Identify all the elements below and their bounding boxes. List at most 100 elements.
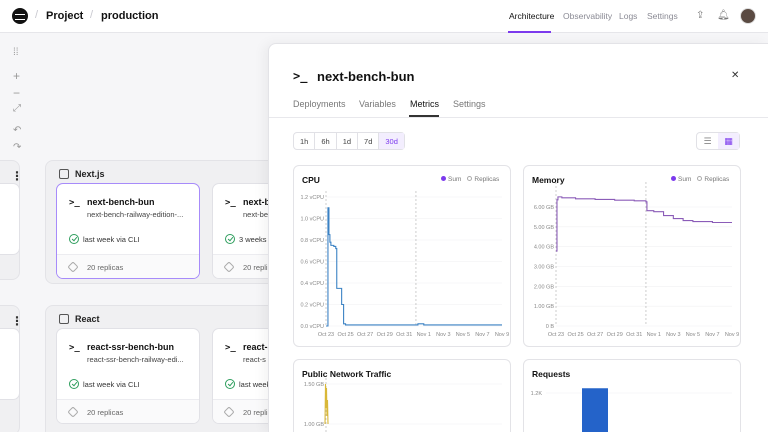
- tab-metrics[interactable]: Metrics: [410, 99, 439, 109]
- grid-layout-icon[interactable]: ▦: [718, 133, 739, 149]
- avatar[interactable]: [740, 8, 756, 24]
- divider: [269, 117, 768, 118]
- tab-logs[interactable]: Logs: [619, 11, 637, 21]
- more-options-icon[interactable]: ⋮: [11, 169, 23, 183]
- group-icon: [59, 314, 69, 324]
- replicas-icon: [223, 406, 235, 418]
- check-circle-icon: [225, 234, 235, 244]
- x-tick-label: Nov 9: [495, 332, 509, 338]
- y-tick-label: 3.00 GB: [534, 265, 555, 271]
- x-tick-label: Oct 27: [587, 332, 603, 338]
- check-circle-icon: [69, 379, 79, 389]
- memory-chart-card: Memory Sum Replicas 0 B 1.00 GB 2.00 GB 3.0…: [523, 165, 741, 347]
- memory-chart[interactable]: 0 B 1.00 GB 2.00 GB 3.00 GB 4.00 GB 5.00 GB 6.…: [524, 166, 741, 347]
- y-tick-label: 1.0 vCPU: [300, 217, 324, 223]
- y-tick-label: 6.00 GB: [534, 205, 555, 211]
- chevron-down-icon[interactable]: ⌄: [76, 10, 83, 19]
- more-options-icon[interactable]: ⋮: [11, 314, 23, 328]
- close-icon[interactable]: ✕: [731, 70, 739, 81]
- replica-count: 20 replicas: [87, 408, 124, 417]
- railway-logo-icon[interactable]: [12, 8, 28, 24]
- requests-chart[interactable]: 1.2K: [524, 360, 741, 432]
- upload-icon[interactable]: ⇪: [696, 10, 704, 21]
- x-tick-label: Nov 5: [686, 332, 700, 338]
- requests-chart-card: Requests 1.2K: [523, 359, 741, 432]
- x-tick-label: Oct 27: [357, 332, 373, 338]
- network-chart-card: Public Network Traffic 1.00 GB 1.50 GB: [293, 359, 511, 432]
- x-tick-label: Oct 29: [377, 332, 393, 338]
- check-circle-icon: [225, 379, 235, 389]
- deploy-status: last week: [239, 380, 271, 389]
- terminal-icon: >_: [69, 343, 80, 353]
- terminal-icon: >_: [69, 198, 80, 208]
- x-tick-label: Nov 7: [705, 332, 719, 338]
- layout-toggle: ☰ ▦: [696, 132, 740, 150]
- plus-icon[interactable]: +: [13, 69, 20, 83]
- replicas-icon: [67, 261, 79, 273]
- y-tick-label: 1.2 vCPU: [300, 195, 324, 201]
- x-tick-label: Nov 3: [666, 332, 680, 338]
- cpu-chart[interactable]: 0.0 vCPU 0.2 vCPU 0.4 vCPU 0.6 vCPU 0.8 vCPU…: [294, 166, 511, 347]
- deploy-status: 3 weeks: [239, 235, 267, 244]
- tab-architecture[interactable]: Architecture: [509, 11, 554, 21]
- x-tick-label: Nov 1: [647, 332, 661, 338]
- x-tick-label: Oct 29: [607, 332, 623, 338]
- series-line: [324, 383, 329, 425]
- service-name: next-bench-bun: [87, 197, 155, 207]
- x-tick-label: Oct 25: [337, 332, 353, 338]
- y-tick-label: 0.2 vCPU: [300, 303, 324, 309]
- service-subtitle: react-ssr-bench-railway-edi...: [87, 355, 184, 364]
- terminal-icon: >_: [225, 343, 236, 353]
- replicas-icon: [223, 261, 235, 273]
- y-tick-label: 0.8 vCPU: [300, 238, 324, 244]
- y-tick-label: 1.00 GB: [304, 422, 325, 428]
- time-range-selector: 1h 6h 1d 7d 30d: [293, 132, 405, 150]
- fit-screen-icon[interactable]: ⤢: [13, 103, 21, 114]
- y-tick-label: 0.6 vCPU: [300, 260, 324, 266]
- chevron-down-icon[interactable]: ⌄: [148, 10, 155, 19]
- tab-observability[interactable]: Observability: [563, 11, 612, 21]
- x-tick-label: Oct 23: [548, 332, 564, 338]
- range-1h-button[interactable]: 1h: [294, 133, 316, 149]
- range-1d-button[interactable]: 1d: [337, 133, 359, 149]
- range-7d-button[interactable]: 7d: [358, 133, 380, 149]
- service-card-partial[interactable]: [0, 183, 20, 255]
- replica-count: 20 repli: [243, 263, 268, 272]
- service-card-partial[interactable]: [0, 328, 20, 400]
- range-6h-button[interactable]: 6h: [315, 133, 337, 149]
- group-icon: [59, 169, 69, 179]
- tab-deployments[interactable]: Deployments: [293, 99, 346, 109]
- minus-icon[interactable]: −: [13, 86, 20, 100]
- x-tick-label: Oct 23: [318, 332, 334, 338]
- y-tick-label: 0.4 vCPU: [300, 281, 324, 287]
- deploy-status: last week via CLI: [83, 380, 140, 389]
- list-layout-icon[interactable]: ☰: [697, 133, 718, 149]
- service-subtitle: next-be: [243, 210, 269, 219]
- service-subtitle: next-bench-railway-edition-...: [87, 210, 184, 219]
- service-subtitle: react-s: [243, 355, 266, 364]
- service-card-next-bench-bun[interactable]: >_ next-bench-bun next-bench-railway-edi…: [56, 183, 200, 279]
- y-tick-label: 1.2K: [531, 391, 543, 397]
- tab-settings[interactable]: Settings: [453, 99, 486, 109]
- breadcrumb-separator: /: [35, 9, 39, 21]
- group-title: Next.js: [75, 169, 105, 179]
- undo-icon[interactable]: ↶: [13, 125, 21, 136]
- bell-icon[interactable]: 🔔︎: [717, 10, 730, 21]
- y-tick-label: 0.0 vCPU: [300, 324, 324, 330]
- y-tick-label: 5.00 GB: [534, 225, 555, 231]
- active-tab-indicator: [508, 31, 551, 33]
- service-detail-panel: >_ next-bench-bun ✕ Deployments Variable…: [268, 43, 768, 432]
- range-30d-button[interactable]: 30d: [379, 133, 404, 149]
- replicas-icon: [67, 406, 79, 418]
- replica-count: 20 replicas: [87, 263, 124, 272]
- terminal-icon: >_: [293, 69, 308, 83]
- drag-handle-icon[interactable]: ⁞⁞: [13, 47, 19, 58]
- tab-settings[interactable]: Settings: [647, 11, 678, 21]
- network-chart[interactable]: 1.00 GB 1.50 GB: [294, 360, 511, 432]
- x-tick-label: Nov 9: [725, 332, 739, 338]
- group-title: React: [75, 314, 100, 324]
- service-card-react-ssr-bench-bun[interactable]: >_ react-ssr-bench-bun react-ssr-bench-r…: [56, 328, 200, 424]
- y-tick-label: 2.00 GB: [534, 284, 555, 290]
- tab-variables[interactable]: Variables: [359, 99, 396, 109]
- redo-icon[interactable]: ↷: [13, 142, 21, 153]
